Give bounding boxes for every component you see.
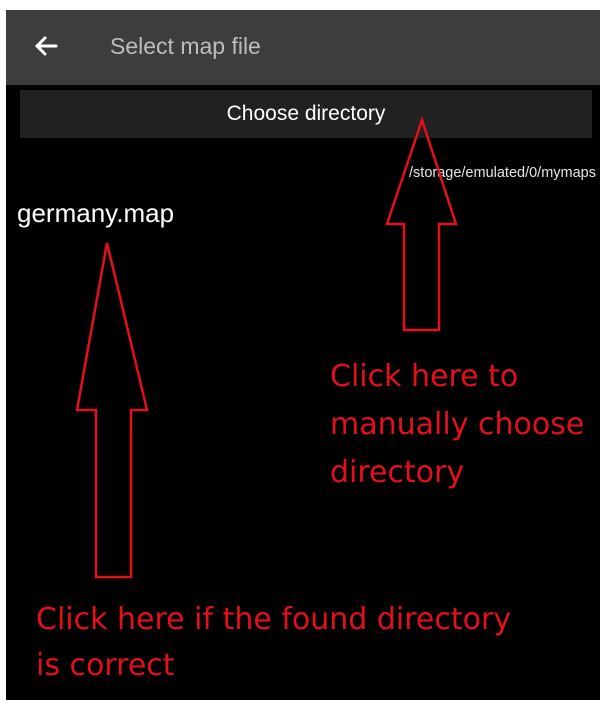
annotation-line: is correct xyxy=(36,648,175,683)
arrow-left-icon xyxy=(35,36,58,56)
directory-path: /storage/emulated/0/mymaps xyxy=(409,165,596,181)
annotation-arrow-up-left xyxy=(75,242,149,579)
annotation-line: directory xyxy=(330,455,465,490)
annotation-manual-directory: Click here to manually choose directory xyxy=(330,353,584,497)
annotation-found-directory: Click here if the found directory is cor… xyxy=(36,597,511,689)
map-file-item[interactable]: germany.map xyxy=(17,198,174,229)
app-bar: Select map file xyxy=(6,10,600,85)
annotation-line: Click here to xyxy=(330,359,519,394)
annotation-arrow-up-right xyxy=(385,116,458,332)
back-button[interactable] xyxy=(26,26,66,66)
annotation-line: Click here if the found directory xyxy=(36,602,512,637)
annotation-line: manually choose xyxy=(330,407,585,442)
page-title: Select map file xyxy=(110,33,261,59)
app-screen: Select map file Choose directory /storag… xyxy=(6,10,600,700)
choose-directory-button[interactable]: Choose directory xyxy=(20,90,592,138)
